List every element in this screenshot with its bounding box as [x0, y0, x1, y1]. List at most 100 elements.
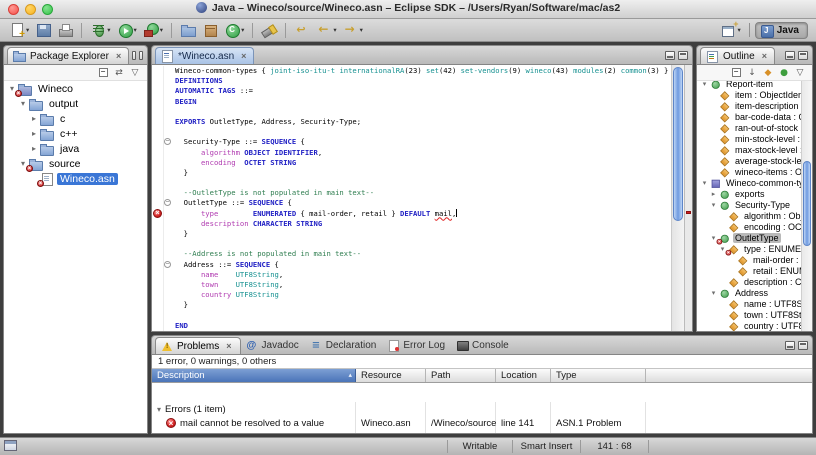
outline-item-max-stock-level-re[interactable]: max-stock-level : RE: [697, 144, 801, 155]
tab-package-explorer[interactable]: Package Explorer ×: [7, 47, 129, 64]
tab-error-log[interactable]: Error Log: [382, 337, 451, 354]
outline-item-name-utf8string[interactable]: name : UTF8String: [697, 298, 801, 309]
maximize-editor-button[interactable]: [678, 51, 688, 60]
maximize-problems-button[interactable]: [798, 341, 808, 350]
collapsed-expander-icon[interactable]: ▸: [29, 129, 39, 138]
outline-item-item-description-o[interactable]: item-description : O: [697, 100, 801, 111]
package-explorer-item-source[interactable]: ▾source: [4, 156, 147, 171]
expanded-expander-icon[interactable]: ▾: [709, 201, 718, 209]
collapsed-expander-icon[interactable]: ▸: [709, 190, 718, 198]
package-explorer-item-java[interactable]: ▸java: [4, 141, 147, 156]
close-window-button[interactable]: [8, 4, 19, 15]
new-class-menu-arrow-icon[interactable]: ▾: [241, 26, 244, 34]
column-header-description[interactable]: Description▴: [152, 369, 356, 382]
external-tools-button[interactable]: ▾: [141, 20, 165, 40]
expanded-expander-icon[interactable]: ▾: [709, 289, 718, 297]
error-overview-marker[interactable]: [686, 211, 691, 214]
back-menu-arrow-icon[interactable]: ▾: [333, 26, 336, 34]
debug-button[interactable]: ▾: [88, 20, 112, 40]
forward-menu-arrow-icon[interactable]: ▾: [360, 26, 363, 34]
outline-item-average-stock-level[interactable]: average-stock-level :: [697, 155, 801, 166]
outline-item-description-chara[interactable]: description : CHARA: [697, 276, 801, 287]
outline-item-algorithm-objectide[interactable]: algorithm : ObjectIde: [697, 210, 801, 221]
problems-row[interactable]: mail cannot be resolved to a valueWineco…: [152, 416, 812, 430]
column-header-path[interactable]: Path: [426, 369, 496, 382]
fast-view-button[interactable]: [4, 440, 21, 453]
new-package-button[interactable]: [200, 20, 220, 40]
link-with-editor-button[interactable]: ⇄: [111, 66, 127, 80]
problems-group-row[interactable]: ▾Errors (1 item): [152, 402, 812, 416]
print-button[interactable]: [55, 20, 75, 40]
outline-item-item-objectidentifie[interactable]: item : ObjectIdentifie: [697, 89, 801, 100]
new-wizard-button[interactable]: ▾: [7, 20, 31, 40]
outline-item-mail-order-enum[interactable]: mail-order : ENUM: [697, 254, 801, 265]
collapsed-expander-icon[interactable]: ▸: [29, 144, 39, 153]
expanded-expander-icon[interactable]: ▾: [700, 179, 709, 187]
column-header-location[interactable]: Location: [496, 369, 551, 382]
tab-javadoc[interactable]: Javadoc: [241, 337, 305, 354]
close-outline-icon[interactable]: ×: [760, 51, 769, 62]
outline-vertical-scrollbar[interactable]: [801, 81, 812, 331]
outline-item-encoding-octet-st[interactable]: encoding : OCTET ST: [697, 221, 801, 232]
maximize-outline-button[interactable]: [798, 51, 808, 60]
minimize-editor-button[interactable]: [665, 51, 675, 60]
perspective-tab-java[interactable]: Java: [755, 22, 808, 39]
overview-ruler[interactable]: [684, 65, 692, 331]
back-button[interactable]: ▾: [314, 20, 338, 40]
hide-fields-button[interactable]: ◆: [760, 66, 776, 80]
outline-item-security-type[interactable]: ▾Security-Type: [697, 199, 801, 210]
tab-declaration[interactable]: Declaration: [305, 337, 383, 354]
collapse-all-button[interactable]: [95, 66, 111, 80]
outline-item-bar-code-data-oct[interactable]: bar-code-data : OCT: [697, 111, 801, 122]
package-explorer-view-menu-button[interactable]: ▽: [127, 66, 143, 80]
tab-outline[interactable]: Outline ×: [700, 47, 775, 64]
package-explorer-item-c[interactable]: ▸c++: [4, 126, 147, 141]
minimize-window-button[interactable]: [25, 4, 36, 15]
package-explorer-item-output[interactable]: ▾output: [4, 96, 147, 111]
zoom-window-button[interactable]: [42, 4, 53, 15]
error-marker-icon[interactable]: [153, 209, 162, 218]
outline-item-min-stock-level-re[interactable]: min-stock-level : RE: [697, 133, 801, 144]
expanded-expander-icon[interactable]: ▾: [154, 405, 164, 414]
search-button[interactable]: [259, 20, 279, 40]
close-package-explorer-icon[interactable]: ×: [114, 51, 123, 62]
column-header-resource[interactable]: Resource: [356, 369, 426, 382]
outline-item-address[interactable]: ▾Address: [697, 287, 801, 298]
outline-item-ran-out-of-stock-b[interactable]: ran-out-of-stock : B: [697, 122, 801, 133]
new-class-button[interactable]: ▾: [222, 20, 246, 40]
minimize-problems-button[interactable]: [785, 341, 795, 350]
sort-button[interactable]: ↓: [744, 66, 760, 80]
last-edit-location-button[interactable]: [292, 20, 312, 40]
scrollbar-thumb[interactable]: [803, 161, 811, 246]
tab-wineco-asn-editor[interactable]: *Wineco.asn ×: [155, 47, 254, 64]
outline-item-outlettype[interactable]: ▾OutletType: [697, 232, 801, 243]
new-java-project-button[interactable]: [178, 20, 198, 40]
debug-menu-arrow-icon[interactable]: ▾: [107, 26, 110, 34]
minimize-package-explorer-button[interactable]: [132, 51, 136, 60]
outline-item-town-utf8string[interactable]: town : UTF8String: [697, 309, 801, 320]
column-header-type[interactable]: Type: [551, 369, 646, 382]
maximize-package-explorer-button[interactable]: [139, 51, 143, 60]
outline-view-menu-button[interactable]: ▽: [792, 66, 808, 80]
outline-item-retail-enumerat[interactable]: retail : ENUMERAT: [697, 265, 801, 276]
collapsed-expander-icon[interactable]: ▸: [29, 114, 39, 123]
outline-item-exports[interactable]: ▸exports: [697, 188, 801, 199]
editor-vertical-scrollbar[interactable]: [671, 65, 684, 331]
tab-problems[interactable]: Problems×: [155, 337, 241, 354]
package-explorer-item-c[interactable]: ▸c: [4, 111, 147, 126]
minimize-outline-button[interactable]: [785, 51, 795, 60]
hide-static-members-button[interactable]: ●: [776, 66, 792, 80]
new-wizard-menu-arrow-icon[interactable]: ▾: [26, 26, 29, 34]
open-perspective-button[interactable]: ▾: [718, 21, 743, 39]
scrollbar-thumb[interactable]: [673, 67, 683, 221]
collapse-fold-icon[interactable]: −: [164, 199, 171, 206]
package-explorer-item-wineco[interactable]: ▾Wineco: [4, 81, 147, 96]
outline-item-type-enumerated[interactable]: ▾type : ENUMERATED: [697, 243, 801, 254]
outline-item-wineco-common-types[interactable]: ▾Wineco-common-types: [697, 177, 801, 188]
package-explorer-item-wineco-asn[interactable]: Wineco.asn: [4, 171, 147, 186]
outline-collapse-all-button[interactable]: [728, 66, 744, 80]
close-editor-tab-icon[interactable]: ×: [239, 51, 248, 62]
run-menu-arrow-icon[interactable]: ▾: [134, 26, 137, 34]
editor-text-area[interactable]: Wineco-common-types { joint-iso-itu-t in…: [152, 66, 671, 331]
outline-item-wineco-items-objectid[interactable]: wineco-items : ObjectId: [697, 166, 801, 177]
